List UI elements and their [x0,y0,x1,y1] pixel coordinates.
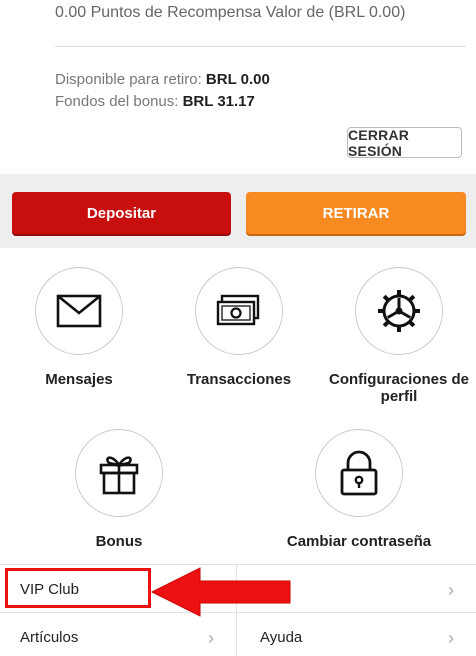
menu-row: Artículos › Ayuda › [0,612,476,656]
shortcut-profile-settings[interactable]: Configuraciones de perfil [319,267,476,405]
settings-circle[interactable] [355,267,443,355]
articles-label: Artículos [20,628,79,646]
shortcut-label: Configuraciones de perfil [328,371,470,405]
messages-circle[interactable] [35,267,123,355]
gift-icon [99,456,139,495]
menu-item-help[interactable]: Ayuda › [238,613,476,656]
bonus-funds-label: Fondos del bonus: [55,93,179,110]
password-circle[interactable] [315,429,403,517]
money-icon [216,294,260,326]
shortcut-messages[interactable]: Mensajes [0,267,159,388]
shortcut-bonus[interactable]: Bonus [39,429,199,550]
shortcut-change-password[interactable]: Cambiar contraseña [279,429,439,550]
bonus-funds: Fondos del bonus: BRL 31.17 [55,93,255,110]
account-summary: 0.00 Puntos de Recompensa Valor de (BRL … [0,0,476,174]
logout-button[interactable]: CERRAR SESIÓN [347,127,462,159]
lock-icon [340,450,378,496]
withdraw-available-value: BRL 0.00 [205,71,270,88]
deposit-button[interactable]: Depositar [12,192,231,234]
action-bar: Depositar RETIRAR [0,174,476,248]
bonus-funds-value: BRL 31.17 [182,93,255,110]
envelope-icon [56,294,102,328]
highlight-box [5,568,151,608]
settings-icon [378,290,420,332]
red-arrow-annotation [150,567,291,617]
transactions-circle[interactable] [195,267,283,355]
chevron-right-icon: › [448,628,454,648]
help-label: Ayuda [260,628,303,646]
shortcut-transactions[interactable]: Transacciones [159,267,319,388]
bonus-circle[interactable] [75,429,163,517]
shortcut-label: Mensajes [45,371,113,388]
chevron-right-icon: › [208,628,214,648]
reward-points-text: 0.00 Puntos de Recompensa Valor de (BRL … [55,4,406,21]
chevron-right-icon: › [448,580,454,600]
divider [55,46,466,47]
menu-item-articles[interactable]: Artículos › [0,613,237,656]
withdraw-button[interactable]: RETIRAR [246,192,466,234]
shortcut-label: Cambiar contraseña [286,533,432,550]
withdraw-available-label: Disponible para retiro: [55,71,202,88]
shortcut-label: Transacciones [186,371,292,388]
withdraw-available: Disponible para retiro: BRL 0.00 [55,71,270,88]
shortcut-label: Bonus [95,533,143,550]
